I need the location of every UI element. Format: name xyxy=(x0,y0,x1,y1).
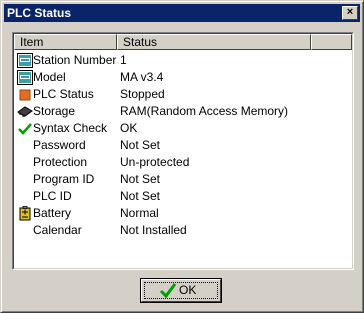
item-label: Syntax Check xyxy=(33,121,108,135)
item-label: PLC ID xyxy=(33,189,72,203)
window-title: PLC Status xyxy=(7,6,72,20)
list-item[interactable]: Protection Un-protected xyxy=(14,154,352,171)
status-value: 1 xyxy=(120,53,127,67)
item-label: Program ID xyxy=(33,172,95,186)
list-item[interactable]: PLC Status Stopped xyxy=(14,86,352,103)
status-value: Normal xyxy=(120,206,159,220)
close-icon: × xyxy=(346,6,354,18)
list-item[interactable]: Model MA v3.4 xyxy=(14,69,352,86)
status-value: Not Installed xyxy=(120,223,187,237)
status-value: OK xyxy=(120,121,138,135)
item-label: Password xyxy=(33,138,86,152)
status-value: Not Set xyxy=(120,189,161,203)
column-header-filler xyxy=(311,34,352,50)
model-icon xyxy=(17,70,33,85)
status-value: Un-protected xyxy=(120,155,190,169)
status-list[interactable]: Item Status Station Number 1 Model MA v3… xyxy=(12,32,354,270)
battery-icon xyxy=(19,206,31,221)
item-label: Calendar xyxy=(33,223,82,237)
list-item[interactable]: PLC ID Not Set xyxy=(14,188,352,205)
status-value: RAM(Random Access Memory) xyxy=(120,104,289,118)
item-label: PLC Status xyxy=(33,87,94,101)
list-header: Item Status xyxy=(14,34,352,50)
column-header-item[interactable]: Item xyxy=(14,34,117,50)
status-value: MA v3.4 xyxy=(120,70,164,84)
ok-button-label: OK xyxy=(179,283,197,297)
stopped-icon xyxy=(19,89,31,101)
checkmark-icon xyxy=(18,123,32,135)
item-label: Model xyxy=(33,70,66,84)
item-label: Station Number xyxy=(33,53,117,67)
list-item[interactable]: Battery Normal xyxy=(14,205,352,222)
list-item[interactable]: Calendar Not Installed xyxy=(14,222,352,239)
status-value: Stopped xyxy=(120,87,165,101)
checkmark-icon xyxy=(159,283,177,298)
title-bar[interactable]: PLC Status × xyxy=(4,4,360,22)
list-rows: Station Number 1 Model MA v3.4 PLC Statu… xyxy=(14,52,352,239)
list-item[interactable]: Station Number 1 xyxy=(14,52,352,69)
close-button[interactable]: × xyxy=(342,6,358,20)
column-header-status[interactable]: Status xyxy=(117,34,311,50)
station-icon xyxy=(17,53,33,68)
status-value: Not Set xyxy=(120,138,161,152)
status-value: Not Set xyxy=(120,172,161,186)
plc-status-dialog: PLC Status × Item Status Station Number … xyxy=(0,0,364,313)
item-label: Storage xyxy=(33,104,76,118)
ram-chip-icon xyxy=(17,106,33,117)
list-item[interactable]: Storage RAM(Random Access Memory) xyxy=(14,103,352,120)
item-label: Protection xyxy=(33,155,88,169)
list-item[interactable]: Password Not Set xyxy=(14,137,352,154)
item-label: Battery xyxy=(33,206,72,220)
ok-button[interactable]: OK xyxy=(140,278,222,303)
list-item[interactable]: Syntax Check OK xyxy=(14,120,352,137)
list-item[interactable]: Program ID Not Set xyxy=(14,171,352,188)
